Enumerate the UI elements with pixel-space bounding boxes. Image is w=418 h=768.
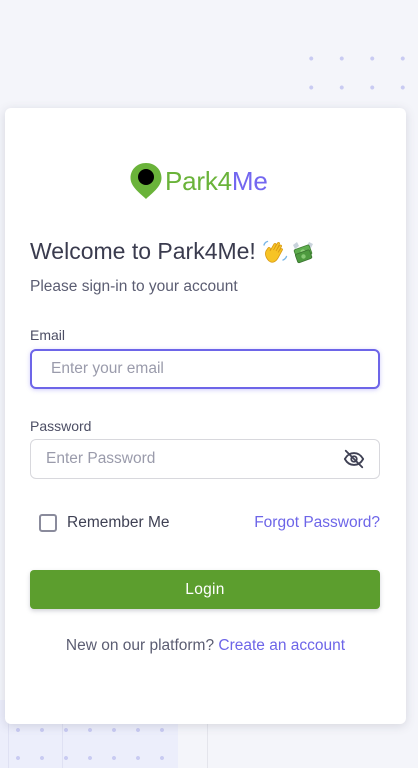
decorative-line xyxy=(207,720,208,768)
waving-hand-emoji xyxy=(263,240,288,263)
forgot-password-link[interactable]: Forgot Password? xyxy=(254,514,380,532)
map-pin-icon xyxy=(130,163,162,199)
signup-prompt: New on our platform? Create an account xyxy=(5,637,406,655)
create-account-link[interactable]: Create an account xyxy=(218,637,345,654)
login-button[interactable]: Login xyxy=(30,570,380,609)
remember-me-checkbox[interactable] xyxy=(39,514,57,532)
signup-text: New on our platform? xyxy=(65,637,215,654)
login-card: Park4Me Welcome to Park4Me! Please sign-… xyxy=(5,108,406,724)
password-label: Password xyxy=(30,418,92,434)
email-input[interactable] xyxy=(30,349,380,389)
decorative-dots xyxy=(296,44,406,92)
money-with-wings-emoji xyxy=(292,241,313,263)
brand-name: Park4Me xyxy=(165,166,268,196)
remember-me-label[interactable]: Remember Me xyxy=(67,514,170,532)
eye-off-icon[interactable] xyxy=(343,448,365,470)
login-page: Park4Me Welcome to Park4Me! Please sign-… xyxy=(0,0,418,768)
welcome-title: Welcome to Park4Me! xyxy=(30,238,256,264)
subtitle: Please sign-in to your account xyxy=(30,278,238,295)
brand-logo: Park4Me xyxy=(129,162,268,200)
welcome-heading: Welcome to Park4Me! xyxy=(30,238,316,265)
email-label: Email xyxy=(30,327,66,343)
password-input[interactable] xyxy=(30,439,380,479)
